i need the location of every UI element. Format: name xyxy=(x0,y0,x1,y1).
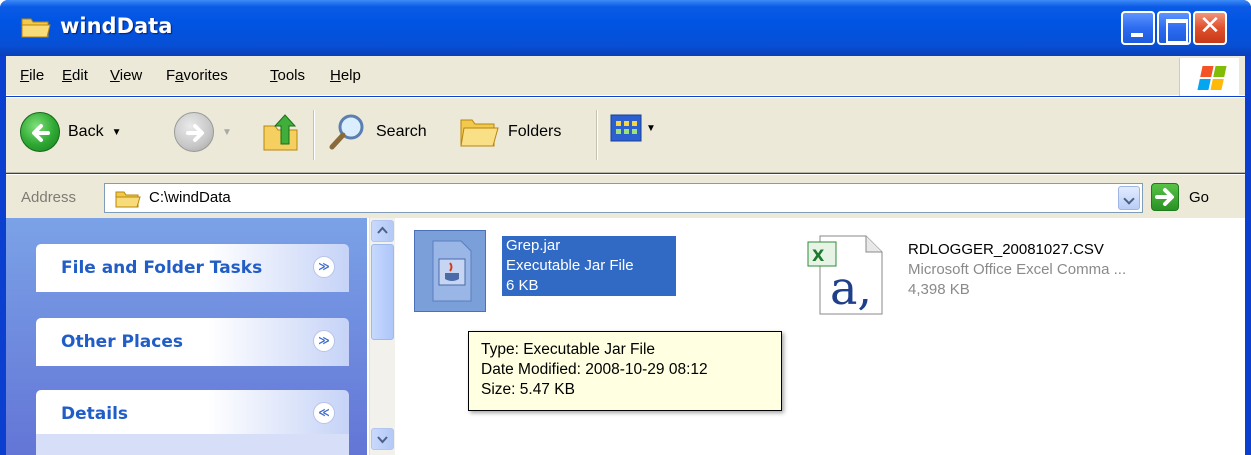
address-input[interactable]: C:\windData xyxy=(104,183,1143,213)
file-size: 4,398 KB xyxy=(908,281,970,298)
file-type: Executable Jar File xyxy=(502,256,676,276)
forward-button[interactable]: ▼ xyxy=(174,112,232,152)
up-folder-icon xyxy=(263,114,298,151)
file-name: Grep.jar xyxy=(502,236,676,256)
task-pane: File and Folder Tasks ≫ Other Places ≫ D… xyxy=(6,218,367,455)
file-name: RDLOGGER_20081027.CSV xyxy=(908,241,1104,258)
go-arrow-icon xyxy=(1151,183,1179,211)
search-button[interactable]: Search xyxy=(328,112,427,152)
task-section-other-places[interactable]: Other Places ≫ xyxy=(36,318,349,366)
close-icon: ✕ xyxy=(1199,11,1221,41)
excel-csv-file-icon: a, X xyxy=(802,228,890,316)
windows-logo-icon xyxy=(1179,58,1239,96)
toolbar: Back ▼ ▼ Search Folders ▼ xyxy=(6,97,1245,173)
forward-arrow-icon xyxy=(174,112,214,152)
file-size: 6 KB xyxy=(502,276,676,296)
menu-tools[interactable]: Tools xyxy=(270,67,305,84)
forward-dropdown-icon[interactable]: ▼ xyxy=(222,127,232,138)
address-value: C:\windData xyxy=(149,189,231,206)
folders-button[interactable]: Folders xyxy=(458,112,561,152)
tooltip-type: Type: Executable Jar File xyxy=(481,341,656,358)
scroll-up-button[interactable] xyxy=(371,220,394,242)
address-dropdown-button[interactable] xyxy=(1118,186,1140,210)
folder-icon xyxy=(115,191,141,208)
views-icon xyxy=(610,114,642,142)
tooltip-size: Size: 5.47 KB xyxy=(481,381,575,398)
file-tooltip: Type: Executable Jar File Date Modified:… xyxy=(468,331,782,411)
menu-edit[interactable]: Edit xyxy=(62,67,88,84)
scroll-down-button[interactable] xyxy=(371,428,394,450)
go-button[interactable]: Go xyxy=(1151,183,1209,211)
search-label: Search xyxy=(376,123,427,140)
folders-icon xyxy=(460,119,499,147)
details-panel xyxy=(36,434,349,455)
menu-favorites[interactable]: Favorites xyxy=(166,67,228,84)
title-bar[interactable]: windData ✕ xyxy=(0,0,1251,56)
back-dropdown-icon[interactable]: ▼ xyxy=(112,127,122,138)
task-title: File and Folder Tasks xyxy=(61,258,263,278)
file-details: Grep.jar Executable Jar File 6 KB xyxy=(502,236,676,296)
jar-file-icon xyxy=(414,230,486,312)
scroll-up-icon xyxy=(377,226,388,234)
up-folder-button[interactable] xyxy=(261,112,303,154)
file-type: Microsoft Office Excel Comma ... xyxy=(908,261,1127,278)
scroll-down-icon xyxy=(377,436,388,444)
folder-icon xyxy=(21,18,51,38)
window-title: windData xyxy=(60,14,173,38)
close-button[interactable]: ✕ xyxy=(1193,11,1227,45)
expand-chevron-icon[interactable]: ≫ xyxy=(313,256,335,278)
task-title: Other Places xyxy=(61,332,183,352)
folders-label: Folders xyxy=(508,123,562,140)
expand-chevron-icon[interactable]: ≫ xyxy=(313,330,335,352)
views-dropdown-icon[interactable]: ▼ xyxy=(646,123,656,134)
address-label: Address xyxy=(21,189,77,206)
search-icon xyxy=(329,114,364,150)
file-details: RDLOGGER_20081027.CSV Microsoft Office E… xyxy=(908,240,1126,300)
menu-view[interactable]: View xyxy=(110,67,142,84)
menu-bar: File Edit View Favorites Tools Help xyxy=(6,56,1245,96)
go-label: Go xyxy=(1189,188,1210,206)
maximize-button[interactable] xyxy=(1157,11,1191,45)
back-button[interactable]: Back ▼ xyxy=(20,112,121,152)
task-title: Details xyxy=(61,404,129,424)
collapse-chevron-icon[interactable]: ≪ xyxy=(313,402,335,424)
tooltip-date-modified: Date Modified: 2008-10-29 08:12 xyxy=(481,361,708,378)
back-arrow-icon xyxy=(20,112,60,152)
views-button[interactable]: ▼ xyxy=(610,112,656,144)
svg-text:X: X xyxy=(812,246,825,265)
task-section-file-folder[interactable]: File and Folder Tasks ≫ xyxy=(36,244,349,292)
menu-help[interactable]: Help xyxy=(330,67,361,84)
vertical-scrollbar[interactable] xyxy=(369,218,395,455)
scroll-thumb[interactable] xyxy=(371,244,394,340)
explorer-window: windData ✕ File Edit View Favorites Tool… xyxy=(0,0,1251,455)
task-section-details[interactable]: Details ≪ xyxy=(36,390,349,438)
svg-text:a,: a, xyxy=(830,261,872,315)
file-item-rdlogger-csv[interactable]: a, X RDLOGGER_20081027.CSV Microsoft Off… xyxy=(802,228,1232,318)
minimize-button[interactable] xyxy=(1121,11,1155,45)
address-bar: Address C:\windData Go xyxy=(6,174,1245,218)
back-label: Back xyxy=(68,123,104,140)
file-item-grep-jar[interactable]: Grep.jar Executable Jar File 6 KB xyxy=(414,230,684,314)
menu-file[interactable]: File xyxy=(20,67,44,84)
